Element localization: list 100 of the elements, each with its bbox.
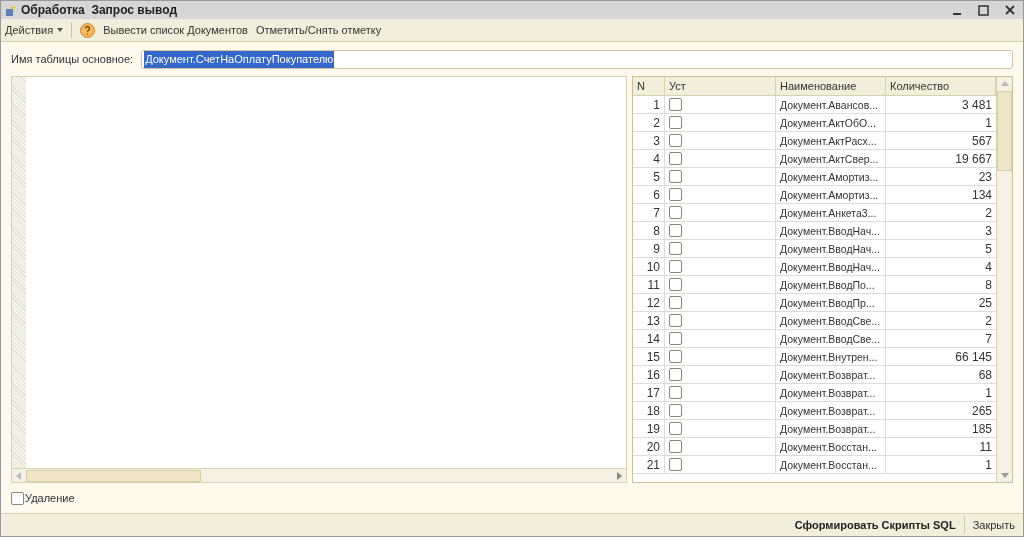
table-cell: Документ.Амортиз...: [776, 186, 886, 203]
row-number: 20: [633, 438, 665, 455]
table-cell: Документ.ВводПо...: [776, 276, 886, 293]
table-cell-text: 3 481: [960, 97, 993, 113]
table-cell-text: 2: [984, 205, 993, 221]
row-number: 3: [633, 132, 665, 149]
row-number: 12: [633, 294, 665, 311]
horizontal-scrollbar[interactable]: [12, 468, 626, 482]
table-cell-text: 185: [970, 421, 993, 437]
table-cell: Документ.Возврат...: [776, 366, 886, 383]
row-number: 5: [633, 168, 665, 185]
row-number: 13: [633, 312, 665, 329]
table-cell-text: 1: [984, 457, 993, 473]
help-icon[interactable]: [80, 22, 96, 38]
table-cell-text: 25: [977, 295, 993, 311]
table-cell: Документ.АктРасх...: [776, 132, 886, 149]
caret-icon: [57, 28, 64, 32]
column-header[interactable]: Наименование: [776, 77, 886, 95]
table-cell-text: 1: [984, 385, 993, 401]
deletion-checkbox[interactable]: [11, 491, 24, 505]
table-cell: Документ.Возврат...: [776, 420, 886, 437]
row-number: 17: [633, 384, 665, 401]
row-checkbox[interactable]: [669, 440, 682, 453]
footer-button[interactable]: Сформировать Скрипты SQL: [794, 516, 956, 533]
table-cell-text: 23: [977, 169, 993, 185]
row-checkbox[interactable]: [669, 206, 682, 219]
row-checkbox[interactable]: [669, 386, 682, 399]
checkbox-label: Удаление: [25, 491, 75, 506]
row-number: 19: [633, 420, 665, 437]
toolbar-button[interactable]: Вывести список Документов: [103, 21, 248, 39]
table-cell: Документ.ВводСве...: [776, 312, 886, 329]
table-cell-text: 7: [984, 331, 993, 347]
table-cell: Документ.Возврат...: [776, 402, 886, 419]
window-title: Обработка Запрос вывод: [21, 2, 177, 19]
table-cell: Документ.ВводНач...: [776, 240, 886, 257]
row-number: 11: [633, 276, 665, 293]
field-value: Документ.СчетНаОплатуПокупателю: [144, 51, 335, 68]
row-number: 8: [633, 222, 665, 239]
maximize-icon[interactable]: [978, 4, 989, 16]
table-cell-text: 68: [977, 367, 993, 383]
scroll-thumb[interactable]: [997, 91, 1012, 171]
row-checkbox[interactable]: [669, 332, 682, 345]
vertical-scrollbar[interactable]: [996, 77, 1012, 482]
row-checkbox[interactable]: [669, 224, 682, 237]
table-cell: Документ.Амортиз...: [776, 168, 886, 185]
row-checkbox[interactable]: [669, 422, 682, 435]
row-checkbox[interactable]: [669, 242, 682, 255]
table-cell-text: 567: [970, 133, 993, 149]
row-number: 9: [633, 240, 665, 257]
table-cell: Документ.Возврат...: [776, 384, 886, 401]
row-number: 1: [633, 96, 665, 113]
actions-menu[interactable]: Действия: [5, 21, 64, 39]
row-number: 4: [633, 150, 665, 167]
row-checkbox[interactable]: [669, 116, 682, 129]
row-checkbox[interactable]: [669, 296, 682, 309]
row-number: 10: [633, 258, 665, 275]
table-cell-text: 1: [984, 115, 993, 131]
row-checkbox[interactable]: [669, 404, 682, 417]
table-cell: Документ.АктСвер...: [776, 150, 886, 167]
row-checkbox[interactable]: [669, 458, 682, 471]
table-cell-text: 4: [984, 259, 993, 275]
row-number: 14: [633, 330, 665, 347]
row-checkbox[interactable]: [669, 260, 682, 273]
column-header[interactable]: Уст: [665, 77, 776, 95]
table-cell: Документ.ВводСве...: [776, 330, 886, 347]
row-number: 21: [633, 456, 665, 473]
table-cell: Документ.ВводНач...: [776, 258, 886, 275]
field-label: Имя таблицы основное:: [11, 52, 134, 68]
table-cell-text: 66 145: [954, 349, 993, 365]
row-checkbox[interactable]: [669, 152, 682, 165]
row-checkbox[interactable]: [669, 98, 682, 111]
row-number: 15: [633, 348, 665, 365]
app-icon: [5, 3, 17, 17]
table-cell-text: 134: [970, 187, 993, 203]
row-number: 2: [633, 114, 665, 131]
close-icon[interactable]: [1005, 5, 1015, 15]
column-header[interactable]: N: [633, 77, 665, 95]
table-cell-text: 5: [984, 241, 993, 257]
table-cell: Документ.Авансов...: [776, 96, 886, 113]
row-checkbox[interactable]: [669, 278, 682, 291]
table-cell: Документ.АктОбО...: [776, 114, 886, 131]
table-cell-text: 11: [978, 439, 993, 455]
row-checkbox[interactable]: [669, 350, 682, 363]
table-cell-text: 2: [984, 313, 993, 329]
table-name-field[interactable]: Документ.СчетНаОплатуПокупателю: [141, 50, 1013, 69]
table-cell-text: 8: [984, 277, 993, 293]
table-cell: Документ.ВводНач...: [776, 222, 886, 239]
footer-button[interactable]: Закрыть: [972, 516, 1015, 533]
row-number: 6: [633, 186, 665, 203]
row-checkbox[interactable]: [669, 170, 682, 183]
row-checkbox[interactable]: [669, 134, 682, 147]
row-number: 7: [633, 204, 665, 221]
row-checkbox[interactable]: [669, 368, 682, 381]
toolbar-button[interactable]: Отметить/Снять отметку: [255, 21, 382, 39]
row-number: 18: [633, 402, 665, 419]
row-number: 16: [633, 366, 665, 383]
row-checkbox[interactable]: [669, 314, 682, 327]
scroll-thumb[interactable]: [26, 469, 201, 482]
row-checkbox[interactable]: [669, 188, 682, 201]
table-cell: Документ.ВводПр...: [776, 294, 886, 311]
